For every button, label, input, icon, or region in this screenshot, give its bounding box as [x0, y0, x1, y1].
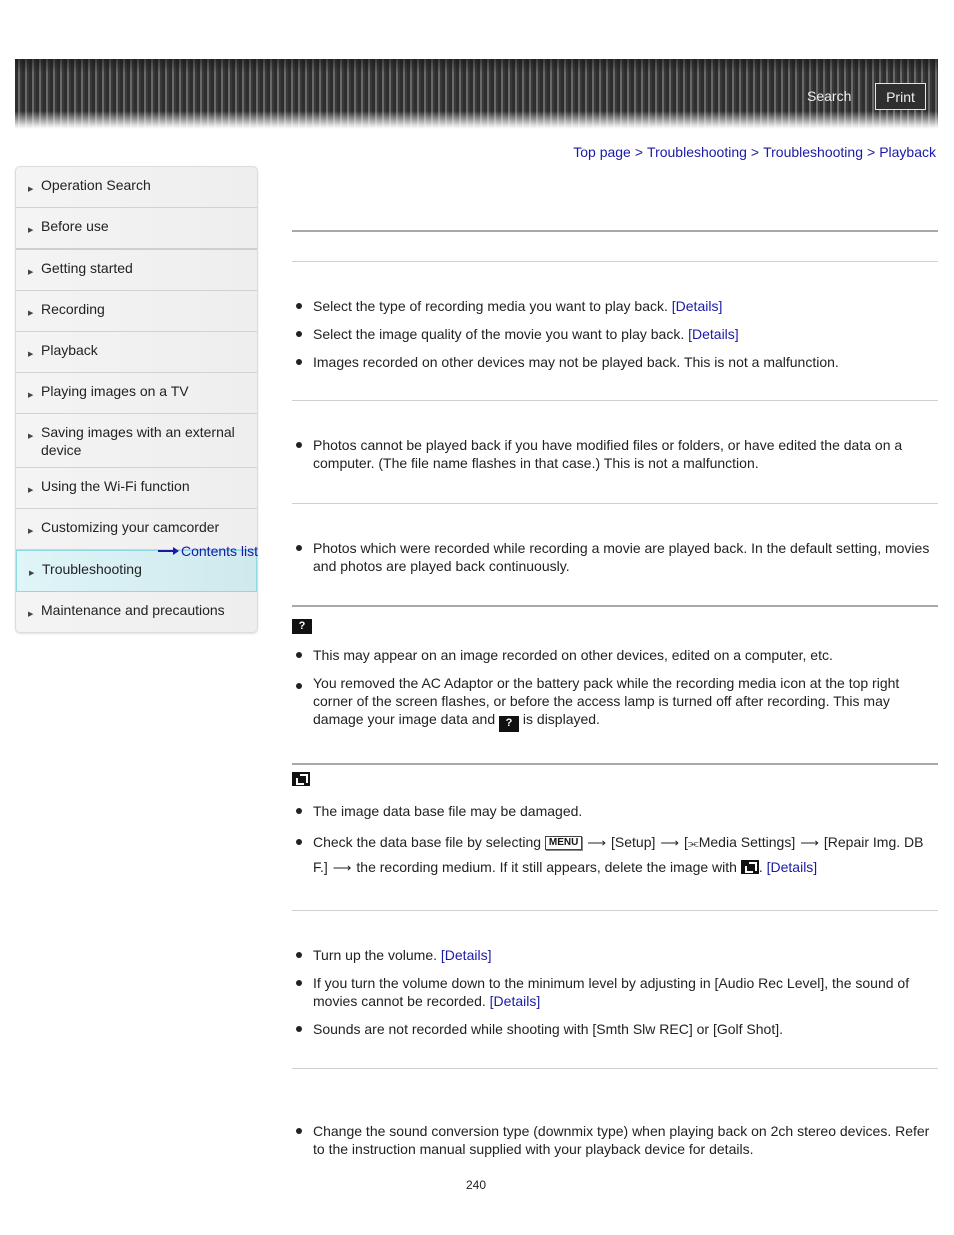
- sidebar-item-label: Troubleshooting: [42, 561, 142, 577]
- details-link[interactable]: [Details]: [688, 326, 739, 342]
- database-repair-icon: [740, 860, 759, 874]
- page-number: 240: [466, 1178, 487, 1192]
- section-7-list: Change the sound conversion type (downmi…: [292, 1122, 938, 1184]
- header-bar: Search Print: [15, 59, 938, 129]
- section-divider: [292, 1068, 938, 1069]
- section-divider: [292, 605, 938, 607]
- sidebar-item-label: Saving images with an external device: [41, 424, 235, 458]
- breadcrumb-separator: >: [634, 144, 644, 160]
- details-link[interactable]: [Details]: [490, 993, 541, 1009]
- list-item: The image data base file may be damaged.: [292, 802, 938, 820]
- list-item: Sounds are not recorded while shooting w…: [292, 1020, 938, 1038]
- media-settings-icon: ⫘: [687, 836, 699, 850]
- arrow-right-icon: ⟶: [587, 835, 607, 850]
- triangle-right-icon: ▶: [28, 487, 34, 494]
- sidebar-item-label: Playback: [41, 342, 98, 358]
- sidebar-item-label: Playing images on a TV: [41, 383, 189, 399]
- details-link[interactable]: [Details]: [672, 298, 723, 314]
- triangle-right-icon: ▶: [28, 186, 34, 193]
- triangle-right-icon: ▶: [28, 611, 34, 618]
- sidebar-item-label: Getting started: [41, 260, 133, 276]
- details-link[interactable]: [Details]: [767, 859, 818, 875]
- sidebar-item-recording[interactable]: ▶ Recording: [16, 291, 257, 332]
- list-item: You removed the AC Adaptor or the batter…: [292, 674, 938, 732]
- details-link[interactable]: [Details]: [441, 947, 492, 963]
- sidebar-item-label: Customizing your camcorder: [41, 519, 220, 535]
- list-item: Images recorded on other devices may not…: [292, 353, 938, 371]
- sidebar-item-label: Before use: [41, 218, 109, 234]
- list-item: Change the sound conversion type (downmi…: [292, 1122, 938, 1158]
- print-button[interactable]: Print: [875, 83, 926, 110]
- section-4-heading: ?: [292, 614, 312, 634]
- sidebar-nav: ▶ Operation Search ▶ Before use ▶ Getting s…: [15, 166, 258, 633]
- breadcrumb-troubleshooting-sub[interactable]: Troubleshooting: [763, 144, 863, 160]
- triangle-right-icon: ▶: [28, 351, 34, 358]
- triangle-right-icon: ▶: [28, 392, 34, 399]
- section-divider: [292, 503, 938, 504]
- breadcrumb-troubleshooting[interactable]: Troubleshooting: [647, 144, 747, 160]
- list-item: Check the data base file by selecting ME…: [292, 830, 938, 880]
- database-repair-icon: [292, 772, 310, 786]
- question-mark-icon: ?: [292, 619, 312, 634]
- arrow-right-icon: ⟶: [332, 860, 352, 875]
- list-item: [292, 1168, 938, 1174]
- sidebar-item-playback[interactable]: ▶ Playback: [16, 332, 257, 373]
- section-divider: [292, 400, 938, 401]
- list-item: Turn up the volume. [Details]: [292, 946, 938, 964]
- triangle-right-icon: ▶: [28, 269, 34, 276]
- section-divider: [292, 763, 938, 765]
- breadcrumb-top-page[interactable]: Top page: [573, 144, 631, 160]
- sidebar-item-getting-started[interactable]: ▶ Getting started: [16, 250, 257, 291]
- list-item: This may appear on an image recorded on …: [292, 646, 938, 664]
- sidebar-item-label: Recording: [41, 301, 105, 317]
- list-item: Select the image quality of the movie yo…: [292, 325, 938, 343]
- sidebar-item-before-use[interactable]: ▶ Before use: [16, 208, 257, 250]
- section-5-heading: [292, 771, 310, 789]
- contents-list-link[interactable]: Contents list: [158, 543, 258, 559]
- section-3-list: Photos which were recorded while recordi…: [292, 539, 938, 585]
- search-link[interactable]: Search: [807, 88, 851, 104]
- sidebar-item-label: Using the Wi-Fi function: [41, 478, 190, 494]
- section-divider: [292, 261, 938, 262]
- triangle-right-icon: ▶: [28, 310, 34, 317]
- list-item: If you turn the volume down to the minim…: [292, 974, 938, 1010]
- triangle-right-icon: ▶: [28, 227, 34, 234]
- section-2-list: Photos cannot be played back if you have…: [292, 436, 938, 482]
- question-mark-icon: ?: [499, 716, 520, 732]
- arrow-right-icon: [158, 547, 180, 555]
- sidebar-item-label: Maintenance and precautions: [41, 602, 225, 618]
- sidebar-item-operation-search[interactable]: ▶ Operation Search: [16, 167, 257, 208]
- sidebar-item-saving-external[interactable]: ▶ Saving images with an external device: [16, 414, 257, 468]
- sidebar-item-wifi[interactable]: ▶ Using the Wi-Fi function: [16, 468, 257, 509]
- section-4-list: This may appear on an image recorded on …: [292, 646, 938, 742]
- sidebar-item-playing-on-tv[interactable]: ▶ Playing images on a TV: [16, 373, 257, 414]
- arrow-right-icon: ⟶: [660, 835, 680, 850]
- title-divider: [292, 230, 938, 232]
- breadcrumb-separator: >: [750, 144, 760, 160]
- section-6-list: Turn up the volume. [Details] If you tur…: [292, 946, 938, 1048]
- breadcrumb: Top page > Troubleshooting > Troubleshooting…: [573, 144, 936, 160]
- contents-list-label: Contents list: [181, 543, 259, 559]
- sidebar-item-label: Operation Search: [41, 177, 151, 193]
- list-item: Photos cannot be played back if you have…: [292, 436, 938, 472]
- list-item: Photos which were recorded while recordi…: [292, 539, 938, 575]
- triangle-right-icon: ▶: [29, 570, 35, 577]
- sidebar-item-maintenance[interactable]: ▶ Maintenance and precautions: [16, 592, 257, 632]
- triangle-right-icon: ▶: [28, 528, 34, 535]
- section-divider: [292, 910, 938, 911]
- menu-button-icon: MENU: [544, 836, 583, 850]
- breadcrumb-playback[interactable]: Playback: [879, 144, 936, 160]
- list-item: Select the type of recording media you w…: [292, 297, 938, 315]
- section-1-list: Select the type of recording media you w…: [292, 297, 938, 381]
- section-5-list: The image data base file may be damaged.…: [292, 802, 938, 890]
- breadcrumb-separator: >: [867, 144, 876, 160]
- triangle-right-icon: ▶: [28, 433, 34, 440]
- arrow-right-icon: ⟶: [800, 835, 819, 850]
